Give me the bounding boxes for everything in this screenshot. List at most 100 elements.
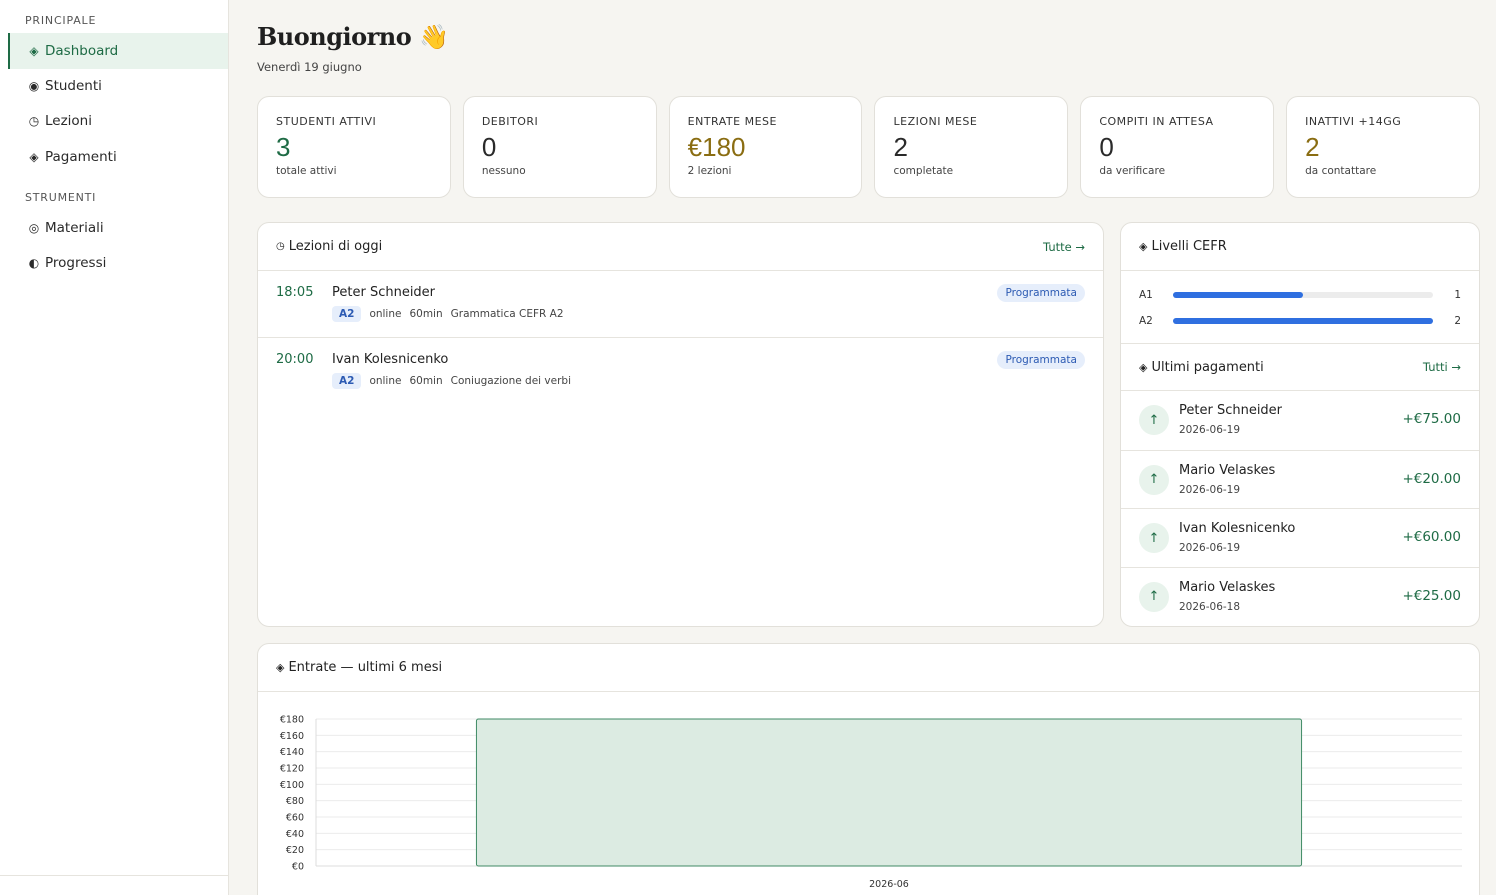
stats-row: STUDENTI ATTIVI 3 totale attivi DEBITORI… bbox=[257, 96, 1480, 198]
sidebar-item-progressi[interactable]: ◐ Progressi bbox=[8, 245, 228, 281]
sidebar-item-label: Progressi bbox=[45, 255, 107, 271]
see-all-payments-link[interactable]: Tutti → bbox=[1423, 360, 1461, 374]
stat-value: 2 bbox=[893, 132, 908, 162]
stat-label: DEBITORI bbox=[481, 115, 539, 128]
stat-card-debitori[interactable]: DEBITORI 0 nessuno bbox=[462, 96, 657, 198]
stat-card-compiti-in-attesa[interactable]: COMPITI IN ATTESA 0 da verificare bbox=[1080, 96, 1275, 198]
y-tick-label: €60 bbox=[286, 813, 304, 824]
sidebar-item-materiali[interactable]: ◎ Materiali bbox=[8, 210, 228, 246]
cefr-count: 1 bbox=[1454, 289, 1461, 301]
stat-sub: da contattare bbox=[1305, 165, 1377, 177]
cefr-level-label: A2 bbox=[1139, 315, 1153, 327]
main-content: Buongiorno 👋 Venerdì 19 giugno STUDENTI … bbox=[229, 0, 1496, 895]
lesson-row[interactable]: 18:05 Peter Schneider A2 online 60min Gr… bbox=[258, 271, 1103, 338]
cefr-track bbox=[1173, 318, 1433, 324]
payment-amount: +€20.00 bbox=[1402, 470, 1461, 487]
stat-value: 3 bbox=[276, 132, 291, 162]
lesson-duration: 60min bbox=[409, 308, 443, 320]
lesson-row[interactable]: 20:00 Ivan Kolesnicenko A2 online 60min … bbox=[258, 338, 1103, 405]
status-badge: Programmata bbox=[997, 284, 1085, 302]
payments-header: ◈ Ultimi pagamenti Tutti → bbox=[1121, 343, 1479, 391]
y-tick-label: €80 bbox=[286, 796, 304, 807]
stat-label: LEZIONI MESE bbox=[893, 115, 978, 128]
cefr-fill bbox=[1173, 292, 1303, 298]
payment-amount: +€25.00 bbox=[1402, 587, 1461, 604]
lesson-mode: online bbox=[369, 308, 402, 320]
payment-row[interactable]: ↑ Mario Velaskes 2026-06-19 +€20.00 bbox=[1121, 449, 1479, 509]
stat-sub: 2 lezioni bbox=[687, 165, 732, 177]
arrow-up-icon: ↑ bbox=[1139, 523, 1169, 553]
level-badge: A2 bbox=[332, 373, 362, 389]
payment-row[interactable]: ↑ Ivan Kolesnicenko 2026-06-19 +€60.00 bbox=[1121, 508, 1479, 567]
card-title-text: Entrate — ultimi 6 mesi bbox=[288, 660, 443, 675]
stat-label: ENTRATE MESE bbox=[687, 115, 777, 128]
payment-date: 2026-06-19 bbox=[1179, 542, 1241, 554]
y-tick-label: €140 bbox=[280, 747, 304, 758]
stat-value: 0 bbox=[1099, 132, 1114, 162]
card-title: ◈ Entrate — ultimi 6 mesi bbox=[276, 660, 442, 675]
y-tick-label: €100 bbox=[280, 780, 304, 791]
current-date: Venerdì 19 giugno bbox=[257, 60, 362, 74]
lesson-meta: A2 online 60min Grammatica CEFR A2 bbox=[332, 306, 564, 322]
revenue-chart-card: ◈ Entrate — ultimi 6 mesi €0 €20 €40 €60 €80… bbox=[257, 643, 1480, 895]
payment-date: 2026-06-18 bbox=[1179, 600, 1241, 613]
cefr-payments-card: ◈ Livelli CEFR A1 1 A2 2 ◈ Ultimi pagame… bbox=[1120, 222, 1480, 627]
payment-name: Mario Velaskes bbox=[1179, 579, 1276, 595]
payment-date: 2026-06-19 bbox=[1179, 483, 1241, 496]
y-tick-label: €0 bbox=[292, 862, 304, 873]
sidebar-item-label: Pagamenti bbox=[45, 149, 117, 165]
sidebar-item-lezioni[interactable]: ◷ Lezioni bbox=[8, 103, 228, 139]
revenue-bar bbox=[475, 718, 1303, 867]
payment-name: Peter Schneider bbox=[1179, 403, 1283, 418]
materials-icon: ◎ bbox=[28, 221, 40, 235]
y-tick-label: €160 bbox=[280, 731, 304, 742]
y-tick-label: €120 bbox=[280, 764, 304, 775]
stat-sub: totale attivi bbox=[276, 165, 337, 177]
payment-row[interactable]: ↑ Mario Velaskes 2026-06-18 +€25.00 bbox=[1121, 566, 1479, 626]
nav-section-strumenti: STRUMENTI bbox=[25, 191, 97, 204]
cefr-row-a1: A1 1 bbox=[1139, 288, 1461, 302]
stat-card-inattivi[interactable]: INATTIVI +14GG 2 da contattare bbox=[1286, 96, 1480, 198]
payment-row[interactable]: ↑ Peter Schneider 2026-06-19 +€75.00 bbox=[1121, 391, 1479, 450]
cefr-fill bbox=[1173, 318, 1433, 324]
sidebar-item-label: Studenti bbox=[45, 78, 102, 94]
revenue-chart: €0 €20 €40 €60 €80 €100 €120 €140 €160 €180 2026-0… bbox=[258, 692, 1479, 895]
cefr-level-label: A1 bbox=[1139, 289, 1153, 301]
stat-value: 0 bbox=[481, 132, 497, 162]
lesson-duration: 60min bbox=[409, 375, 443, 387]
lesson-topic: Coniugazione dei verbi bbox=[450, 375, 571, 387]
payment-amount: +€60.00 bbox=[1402, 529, 1461, 545]
stat-card-lezioni-mese[interactable]: LEZIONI MESE 2 completate bbox=[874, 96, 1069, 198]
status-badge: Programmata bbox=[997, 351, 1085, 369]
diamond-icon: ◈ bbox=[1139, 240, 1148, 253]
y-tick-label: €20 bbox=[286, 845, 304, 856]
sidebar-item-pagamenti[interactable]: ◈ Pagamenti bbox=[8, 139, 228, 175]
payment-date: 2026-06-19 bbox=[1179, 424, 1241, 436]
card-header: ◷ Lezioni di oggi Tutte → bbox=[258, 223, 1103, 271]
sidebar-item-dashboard[interactable]: ◈ Dashboard bbox=[8, 33, 228, 69]
stat-card-studenti-attivi[interactable]: STUDENTI ATTIVI 3 totale attivi bbox=[257, 96, 451, 198]
sidebar: PRINCIPALE ◈ Dashboard ◉ Studenti ◷ Lezi… bbox=[0, 0, 229, 895]
diamond-icon: ◈ bbox=[29, 44, 39, 58]
stat-label: COMPITI IN ATTESA bbox=[1099, 115, 1214, 128]
diamond-icon: ◈ bbox=[1139, 360, 1148, 374]
arrow-up-icon: ↑ bbox=[1139, 405, 1169, 435]
card-header: ◈ Entrate — ultimi 6 mesi bbox=[258, 644, 1479, 692]
payments-icon: ◈ bbox=[29, 150, 39, 164]
card-title: ◷ Lezioni di oggi bbox=[276, 239, 382, 254]
stat-card-entrate-mese[interactable]: ENTRATE MESE €180 2 lezioni bbox=[668, 96, 863, 198]
cefr-track bbox=[1173, 292, 1433, 298]
stat-value: €180 bbox=[687, 132, 746, 162]
lesson-student-name: Ivan Kolesnicenko bbox=[332, 352, 449, 367]
lesson-meta: A2 online 60min Coniugazione dei verbi bbox=[332, 373, 571, 389]
stat-sub: da verificare bbox=[1099, 165, 1166, 177]
sidebar-item-studenti[interactable]: ◉ Studenti bbox=[8, 68, 228, 104]
diamond-icon: ◈ bbox=[276, 661, 285, 674]
stat-value: 2 bbox=[1305, 132, 1320, 162]
lesson-student-name: Peter Schneider bbox=[332, 285, 436, 300]
see-all-lessons-link[interactable]: Tutte → bbox=[1043, 240, 1085, 254]
y-tick-label: €40 bbox=[286, 829, 304, 840]
y-tick-label: €180 bbox=[280, 715, 304, 726]
card-header: ◈ Livelli CEFR bbox=[1121, 223, 1479, 271]
sidebar-footer bbox=[0, 875, 229, 895]
